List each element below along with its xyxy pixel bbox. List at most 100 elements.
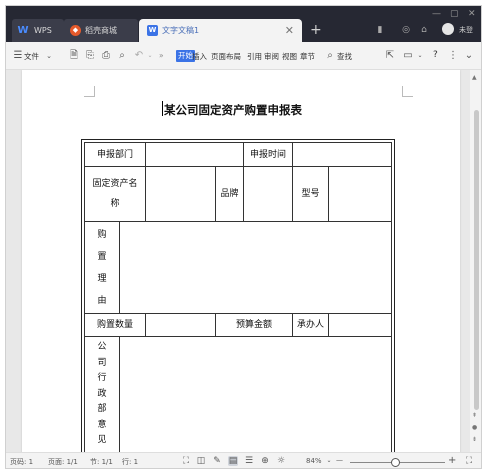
zoom-slider-knob[interactable] (391, 458, 400, 467)
brand-label: 品牌 (215, 166, 244, 222)
opinion-char: 行 (97, 373, 107, 383)
menu-insert[interactable]: 插入 (192, 51, 207, 62)
opinion-char: 意 (97, 419, 107, 430)
status-bar: 页码: 1 页面: 1/1 节: 1/1 行: 1 ⛶ ◫ ✎ ▤ ☰ ⊕ ☼ … (6, 452, 481, 468)
vertical-scrollbar[interactable]: ▲ ⇞ ● ⇟ (470, 70, 481, 452)
asset-name-value[interactable] (145, 166, 216, 222)
print-icon[interactable]: ⎙ (100, 50, 112, 62)
menu-view[interactable]: 视图 (282, 51, 297, 62)
model-label: 型号 (292, 166, 329, 222)
time-value[interactable] (292, 142, 392, 167)
asset-name-label-line1: 固定资产名 (92, 179, 138, 189)
menu-review[interactable]: 审阅 (264, 51, 279, 62)
handler-value[interactable] (328, 313, 392, 337)
comment-dropdown-icon[interactable]: ⌄ (414, 50, 426, 62)
zoom-level[interactable]: 84% (306, 457, 322, 465)
settings-icon[interactable]: ⌂ (418, 24, 430, 36)
eye-protection-icon[interactable]: ☼ (276, 456, 286, 466)
opinion-char: 司 (97, 357, 107, 368)
menu-bar: ☰ 文件 ⌄ 🗎 ⎘ ⎙ ⌕ ↶ ⌄ » 开始 插入 页面布局 引用 审阅 视图… (6, 42, 481, 70)
more-icon[interactable]: ⋮ (447, 50, 459, 62)
tab-wps[interactable]: W WPS (12, 19, 64, 42)
margin-marker-top-right (402, 86, 413, 97)
close-icon[interactable]: ✕ (285, 19, 294, 42)
menu-references[interactable]: 引用 (247, 51, 262, 62)
menu-search[interactable]: 查找 (337, 51, 352, 62)
next-page-icon[interactable]: ⇟ (472, 436, 477, 443)
document-area: 某公司固定资产购置申报表 申报部门 申报时间 固定资产名 称 品牌 型号 购 置… (6, 70, 470, 452)
dept-label: 申报部门 (84, 142, 146, 167)
new-tab-button[interactable]: + (310, 20, 322, 40)
opinion-char: 公 (97, 342, 107, 352)
scroll-up-icon[interactable]: ▲ (472, 74, 477, 81)
tab-document[interactable]: W 文字文稿1 ✕ (139, 19, 302, 42)
fit-window-icon[interactable]: ⛶ (464, 456, 474, 466)
model-value[interactable] (328, 166, 392, 222)
chevron-down-icon[interactable]: ⌄ (43, 50, 55, 62)
dept-value[interactable] (145, 142, 244, 167)
pen-icon[interactable]: ✎ (212, 456, 222, 466)
export-pdf-icon[interactable]: ⎘ (84, 50, 96, 62)
print-preview-icon[interactable]: ⌕ (116, 50, 128, 62)
zoom-dropdown-icon[interactable]: ⌄ (324, 456, 334, 466)
page-view-icon[interactable]: ▤ (228, 456, 238, 466)
text-cursor (162, 101, 163, 116)
reason-value[interactable] (119, 221, 392, 314)
status-page[interactable]: 页码: 1 (10, 457, 33, 467)
time-label: 申报时间 (243, 142, 293, 167)
menu-file[interactable]: 文件 (24, 51, 39, 62)
wps-logo-icon: W (17, 25, 29, 36)
status-pages[interactable]: 页面: 1/1 (48, 457, 78, 467)
collapse-ribbon-icon[interactable]: ⌄ (463, 50, 475, 62)
tab-daoke-store[interactable]: ◆ 稻壳商城 (64, 19, 138, 42)
word-doc-icon: W (147, 25, 158, 36)
opinion-char: 政 (97, 388, 107, 399)
asset-name-label: 固定资产名 称 (84, 166, 146, 222)
maximize-icon[interactable]: ▢ (450, 9, 459, 19)
reason-char: 由 (97, 295, 107, 306)
asset-purchase-form: 申报部门 申报时间 固定资产名 称 品牌 型号 购 置 理 由 购置数量 预算金… (81, 139, 395, 452)
fullscreen-icon[interactable]: ⛶ (181, 456, 191, 466)
tab-document-label: 文字文稿1 (162, 26, 200, 35)
reason-char: 置 (97, 251, 107, 262)
reason-label: 购 置 理 由 (84, 221, 120, 314)
status-section[interactable]: 节: 1/1 (90, 457, 113, 467)
layout-icon[interactable]: ▮ (374, 24, 386, 36)
window-close-icon[interactable]: ✕ (468, 9, 476, 19)
zoom-in-button[interactable]: + (448, 455, 456, 466)
opinion-char: 见 (97, 435, 107, 445)
title-bar: W WPS ◆ 稻壳商城 W 文字文稿1 ✕ + ▮ ◎ ⌂ 未登 — ▢ ✕ (6, 6, 481, 42)
save-icon[interactable]: 🗎 (68, 50, 80, 62)
status-line[interactable]: 行: 1 (122, 457, 138, 467)
reading-mode-icon[interactable]: ◫ (196, 456, 206, 466)
opinion-char: 部 (97, 404, 107, 414)
scrollbar-thumb[interactable] (474, 110, 479, 410)
hamburger-icon[interactable]: ☰ (12, 50, 24, 62)
zoom-out-button[interactable]: — (336, 456, 343, 464)
share-icon[interactable]: ⇱ (384, 50, 396, 62)
brand-value[interactable] (243, 166, 293, 222)
skin-icon[interactable]: ◎ (400, 24, 412, 36)
menu-chapter[interactable]: 章节 (300, 51, 315, 62)
document-title[interactable]: 某公司固定资产购置申报表 (164, 102, 302, 118)
menu-overflow[interactable]: » (159, 51, 164, 60)
quantity-value[interactable] (145, 313, 216, 337)
select-browse-icon[interactable]: ● (472, 424, 477, 431)
undo-dropdown-icon[interactable]: ⌄ (144, 50, 156, 62)
comment-icon[interactable]: ▭ (402, 50, 414, 62)
web-view-icon[interactable]: ⊕ (260, 456, 270, 466)
document-page[interactable]: 某公司固定资产购置申报表 申报部门 申报时间 固定资产名 称 品牌 型号 购 置… (22, 70, 460, 452)
opinion-value[interactable] (119, 336, 392, 452)
menu-page-layout[interactable]: 页面布局 (211, 51, 241, 62)
prev-page-icon[interactable]: ⇞ (472, 412, 477, 419)
help-button[interactable]: ? (433, 50, 438, 60)
outline-view-icon[interactable]: ☰ (244, 456, 254, 466)
search-icon[interactable]: ⌕ (324, 50, 336, 62)
asset-name-label-line2: 称 (110, 199, 120, 209)
avatar[interactable] (442, 23, 454, 35)
tab-daoke-label: 稻壳商城 (85, 26, 117, 35)
reason-char: 购 (97, 229, 107, 240)
budget-label: 预算金额 (215, 313, 293, 337)
login-label[interactable]: 未登 (459, 25, 473, 35)
minimize-icon[interactable]: — (432, 9, 441, 19)
